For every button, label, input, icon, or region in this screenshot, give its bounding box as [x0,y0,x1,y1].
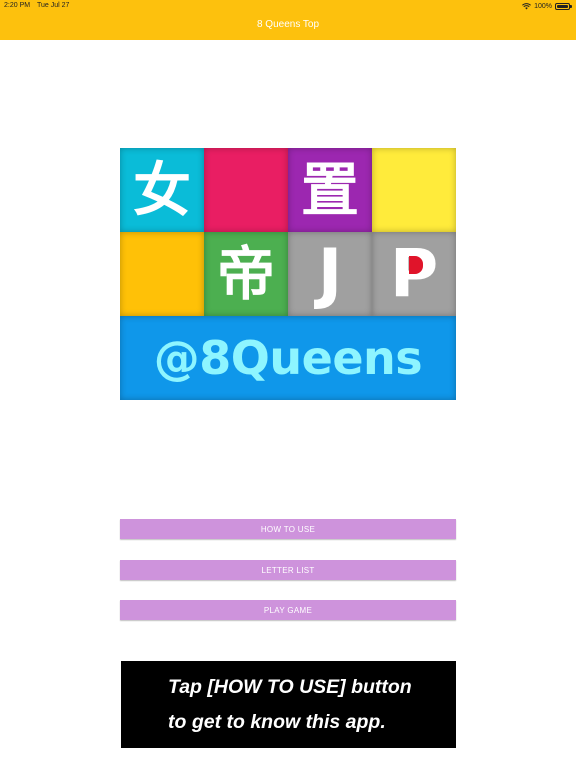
hint-banner: Tap [HOW TO USE] button to get to know t… [121,661,456,748]
hint-line-1: Tap [HOW TO USE] button [168,676,412,698]
logo-cell-amber [120,232,204,316]
logo-cell-j: J [288,232,372,316]
logo-red-dot [409,256,423,274]
logo-cell-pink [204,148,288,232]
logo-cell-tei: 帝 [204,232,288,316]
logo-cell-onna: 女 [120,148,204,232]
hint-line-2: to get to know this app. [168,711,386,733]
letter-list-button[interactable]: LETTER LIST [120,560,456,580]
logo-glyph-j: J [317,235,343,312]
status-indicators: 100% [522,1,572,11]
nav-title: 8 Queens Top [256,19,320,30]
wifi-icon [522,2,532,9]
top-bar: 2:20 PM Tue Jul 27 100% 8 Queens Top [0,0,576,40]
status-date: Tue Jul 27 [37,2,70,9]
logo-glyph-onna: 女 [132,156,191,224]
play-game-button[interactable]: PLAY GAME [120,600,456,620]
battery-icon [555,2,572,10]
logo-cell-p: P [372,232,456,316]
logo-glyph-oku: 置 [300,156,359,224]
logo-cell-oku: 置 [288,148,372,232]
status-time: 2:20 PM [4,2,31,9]
battery-percent: 100% [534,2,552,10]
logo-banner-text: @8Queens [153,331,423,385]
logo-glyph-tei: 帝 [216,240,275,308]
logo-glyph-p: P [372,232,456,316]
how-to-use-button[interactable]: HOW TO USE [120,519,456,539]
logo-cell-yellow [372,148,456,232]
app-logo: 女 置 帝 J P @8Queens [120,148,456,400]
logo-banner: @8Queens [120,316,456,400]
